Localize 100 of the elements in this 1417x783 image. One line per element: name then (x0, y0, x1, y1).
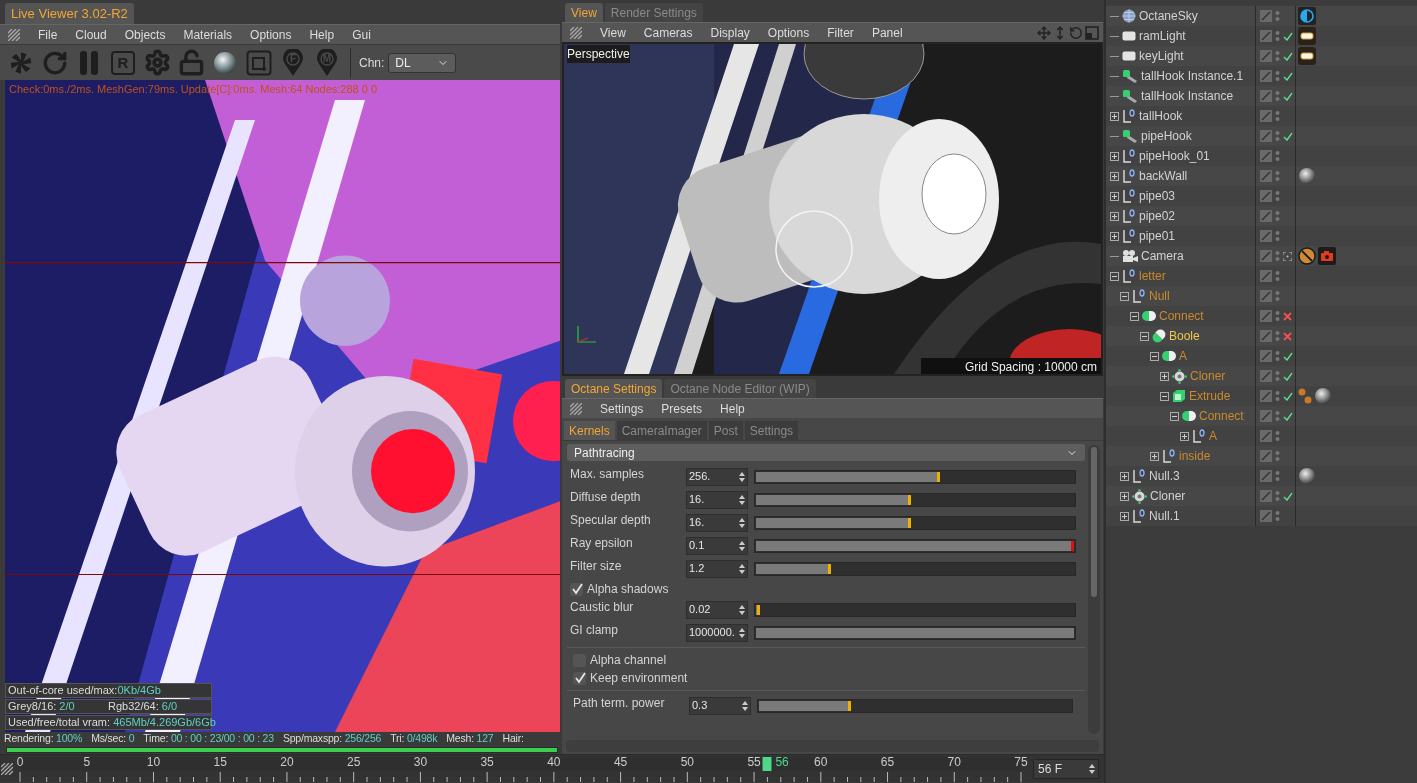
visibility-dots-icon[interactable] (1275, 370, 1280, 382)
visibility-dots-icon[interactable] (1275, 210, 1280, 222)
menu-item[interactable]: Presets (661, 402, 703, 415)
object-name[interactable]: inside (1179, 447, 1211, 465)
layer-icon[interactable] (1260, 270, 1272, 282)
menu-item[interactable]: File (38, 28, 58, 41)
layer-icon[interactable] (1260, 210, 1272, 222)
checkbox[interactable] (570, 582, 583, 596)
collapse-icon[interactable] (1160, 391, 1169, 401)
number-field[interactable]: 0.3 (689, 696, 751, 715)
visibility-dots-icon[interactable] (1275, 510, 1280, 522)
object-name[interactable]: pipeHook (1141, 127, 1192, 145)
menu-item[interactable]: Help (720, 402, 745, 415)
layer-icon[interactable] (1260, 290, 1272, 302)
object-name[interactable]: Boole (1169, 327, 1200, 345)
object-name[interactable]: A (1209, 427, 1217, 445)
menu-item[interactable]: Panel (871, 26, 903, 39)
visibility-dots-icon[interactable] (1275, 170, 1280, 182)
collapse-icon[interactable] (1140, 331, 1149, 341)
expand-icon[interactable] (1150, 451, 1159, 461)
visibility-dots-icon[interactable] (1275, 470, 1280, 482)
tab[interactable]: Live Viewer 3.02-R2 (5, 3, 134, 24)
object-name[interactable]: ramLight (1139, 27, 1186, 45)
menu-item[interactable]: Materials (183, 28, 233, 41)
layer-icon[interactable] (1260, 510, 1272, 522)
scrollbar[interactable] (1088, 445, 1100, 734)
visibility-dots-icon[interactable] (1275, 130, 1280, 142)
number-field[interactable]: 1000000. (686, 623, 748, 642)
maximize-icon[interactable] (1085, 25, 1099, 40)
collapse-icon[interactable] (1170, 411, 1179, 421)
expand-icon[interactable] (1110, 111, 1119, 121)
layer-icon[interactable] (1260, 10, 1272, 22)
slider-track[interactable] (754, 469, 1076, 484)
tab[interactable]: CameraImager (616, 421, 707, 440)
menu-item[interactable]: Options (767, 26, 810, 39)
visibility-dots-icon[interactable] (1275, 490, 1280, 502)
object-name[interactable]: OctaneSky (1139, 7, 1198, 25)
collapse-icon[interactable] (1110, 271, 1119, 281)
slider-track[interactable] (754, 515, 1076, 530)
layer-icon[interactable] (1260, 190, 1272, 202)
visibility-dots-icon[interactable] (1275, 350, 1280, 362)
visibility-dots-icon[interactable] (1275, 10, 1280, 22)
object-name[interactable]: Null (1149, 287, 1170, 305)
layer-icon[interactable] (1260, 110, 1272, 122)
number-field[interactable]: 0.02 (686, 600, 748, 619)
layer-icon[interactable] (1260, 130, 1272, 142)
tab[interactable]: Post (708, 421, 743, 440)
number-field[interactable]: 0.1 (686, 536, 748, 555)
object-name[interactable]: A (1179, 347, 1187, 365)
layer-icon[interactable] (1260, 370, 1272, 382)
tab[interactable]: Render Settings (604, 3, 703, 22)
menu-item[interactable]: Gui (352, 28, 371, 41)
menu-item[interactable]: Settings (600, 402, 644, 415)
expand-icon[interactable] (1110, 171, 1119, 181)
number-field[interactable]: 256. (686, 467, 748, 486)
tab[interactable]: View (565, 3, 603, 22)
visibility-dots-icon[interactable] (1275, 90, 1280, 102)
expand-icon[interactable] (1110, 231, 1119, 241)
layer-icon[interactable] (1260, 430, 1272, 442)
expand-icon[interactable] (1120, 491, 1129, 501)
visibility-dots-icon[interactable] (1275, 150, 1280, 162)
slider-track[interactable] (754, 561, 1076, 576)
frame-field[interactable]: 56 F (1033, 758, 1099, 779)
number-field[interactable]: 16. (686, 490, 748, 509)
layer-icon[interactable] (1260, 470, 1272, 482)
layer-icon[interactable] (1260, 170, 1272, 182)
layer-icon[interactable] (1260, 410, 1272, 422)
layer-icon[interactable] (1260, 490, 1272, 502)
layer-icon[interactable] (1260, 250, 1272, 262)
menu-item[interactable]: Display (710, 26, 750, 39)
move-icon[interactable] (1037, 25, 1051, 40)
kernel-dropdown[interactable]: Pathtracing (567, 444, 1085, 461)
visibility-dots-icon[interactable] (1275, 50, 1280, 62)
visibility-dots-icon[interactable] (1275, 230, 1280, 242)
expand-icon[interactable] (1110, 151, 1119, 161)
tab[interactable]: Octane Settings (565, 379, 663, 398)
object-name[interactable]: pipe02 (1139, 207, 1176, 225)
layer-icon[interactable] (1260, 350, 1272, 362)
visibility-dots-icon[interactable] (1275, 450, 1280, 462)
collapse-icon[interactable] (1130, 311, 1139, 321)
slider-track[interactable] (757, 698, 1073, 713)
tab[interactable]: Octane Node Editor (WIP) (664, 379, 816, 398)
layer-icon[interactable] (1260, 450, 1272, 462)
object-name[interactable]: Connect (1199, 407, 1244, 425)
menu-item[interactable]: Cloud (75, 28, 107, 41)
slider-track[interactable] (754, 602, 1076, 617)
visibility-dots-icon[interactable] (1275, 330, 1280, 342)
channel-dropdown[interactable]: DL (388, 52, 457, 73)
object-name[interactable]: pipe01 (1139, 227, 1176, 245)
layer-icon[interactable] (1260, 150, 1272, 162)
object-name[interactable]: Cloner (1190, 367, 1226, 385)
visibility-dots-icon[interactable] (1275, 190, 1280, 202)
visibility-dots-icon[interactable] (1275, 310, 1280, 322)
menu-item[interactable]: Help (309, 28, 335, 41)
expand-icon[interactable] (1110, 211, 1119, 221)
collapse-icon[interactable] (1150, 351, 1159, 361)
object-name[interactable]: Connect (1159, 307, 1204, 325)
visibility-dots-icon[interactable] (1275, 270, 1280, 282)
object-name[interactable]: letter (1139, 267, 1166, 285)
visibility-dots-icon[interactable] (1275, 250, 1280, 262)
